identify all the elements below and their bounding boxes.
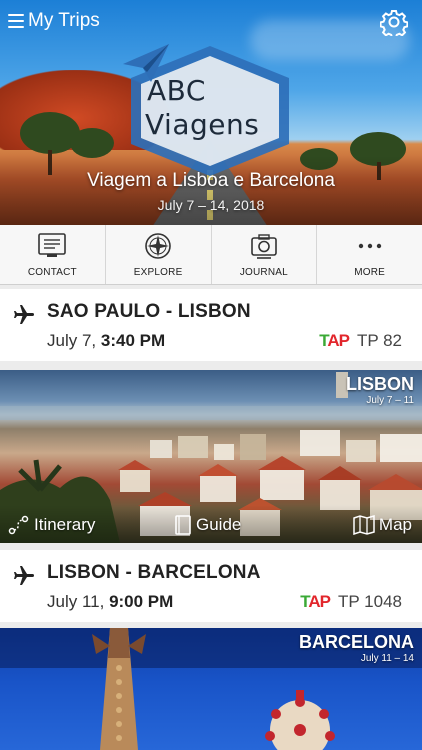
itinerary-label: Itinerary	[34, 515, 96, 534]
page-title[interactable]: My Trips	[28, 10, 100, 32]
trip-dates: July 7 – 14, 2018	[157, 197, 265, 213]
logo-text-viagens: Viagens	[145, 108, 260, 141]
more-label: MORE	[354, 267, 386, 278]
gear-icon[interactable]	[379, 8, 409, 39]
sagrada-familia-spire	[92, 628, 146, 750]
destination-actions: Itinerary Guide Map	[0, 505, 422, 543]
map-label: Map	[378, 515, 412, 534]
flight-carrier: TAP TP 82	[319, 331, 402, 351]
route-icon	[8, 515, 29, 535]
book-icon	[175, 515, 191, 535]
hamburger-menu-icon[interactable]	[8, 14, 24, 28]
flight-number: TP 1048	[338, 592, 402, 611]
contact-button[interactable]: CONTACT	[0, 225, 106, 284]
abc-viagens-logo-badge: ABC Viagens	[121, 42, 299, 180]
flight-route: LISBON - BARCELONA	[47, 562, 261, 583]
flight-time: 3:40 PM	[100, 331, 166, 350]
destination-card-barcelona[interactable]: BARCELONA July 11 – 14	[0, 628, 422, 750]
destination-dates: July 11 – 14	[360, 653, 414, 664]
flight-departure: July 11, 9:00 PM	[47, 592, 173, 612]
hero-tree	[70, 128, 114, 158]
guide-button[interactable]: Guide	[174, 515, 241, 535]
tap-airline-logo: TAP	[300, 592, 331, 611]
trip-name: Viagem a Lisboa e Barcelona	[87, 170, 335, 191]
airplane-icon	[14, 305, 34, 324]
airplane-icon	[14, 566, 34, 585]
journal-label: JOURNAL	[239, 267, 288, 278]
contact-label: CONTACT	[27, 267, 77, 278]
destination-header: BARCELONA July 11 – 14	[299, 628, 422, 664]
top-bar: My Trips	[0, 0, 422, 44]
sagrada-familia-finial	[265, 690, 335, 750]
more-dots-icon	[358, 243, 381, 249]
guide-label: Guide	[196, 515, 242, 534]
flight-card[interactable]: SAO PAULO - LISBON July 7, 3:40 PM TAP T…	[0, 289, 422, 361]
tap-airline-logo: TAP	[319, 331, 350, 350]
destination-card-lisbon[interactable]: LISBON July 7 – 11 Itinerary Guide Map	[0, 370, 422, 543]
trip-hero-banner[interactable]: My Trips ABC Viagens Viagem a Lisboa e B…	[0, 0, 422, 225]
flight-carrier: TAP TP 1048	[300, 592, 402, 612]
compass-icon	[145, 233, 171, 259]
explore-label: EXPLORE	[133, 267, 183, 278]
map-button[interactable]: Map	[353, 515, 412, 535]
contact-card-icon	[38, 233, 67, 257]
flight-card[interactable]: LISBON - BARCELONA July 11, 9:00 PM TAP …	[0, 550, 422, 622]
action-bar: CONTACT EXPLORE JOURNAL MORE	[0, 225, 422, 285]
more-button[interactable]: MORE	[317, 225, 422, 284]
flight-date: July 7,	[47, 331, 97, 350]
lisbon-skyline-sea	[0, 406, 422, 420]
map-icon	[353, 515, 375, 535]
paper-plane-icon	[123, 44, 169, 82]
flight-date: July 11,	[47, 592, 105, 611]
flight-time: 9:00 PM	[109, 592, 174, 611]
destination-header: LISBON July 7 – 11	[346, 370, 422, 406]
explore-button[interactable]: EXPLORE	[106, 225, 212, 284]
flight-number: TP 82	[356, 331, 402, 350]
camera-icon	[251, 234, 277, 259]
destination-name: BARCELONA	[299, 632, 414, 652]
destination-dates: July 7 – 11	[366, 395, 414, 406]
itinerary-button[interactable]: Itinerary	[8, 515, 95, 535]
flight-departure: July 7, 3:40 PM	[47, 331, 165, 351]
destination-name: LISBON	[345, 374, 414, 394]
flight-route: SAO PAULO - LISBON	[47, 301, 251, 322]
journal-button[interactable]: JOURNAL	[212, 225, 318, 284]
